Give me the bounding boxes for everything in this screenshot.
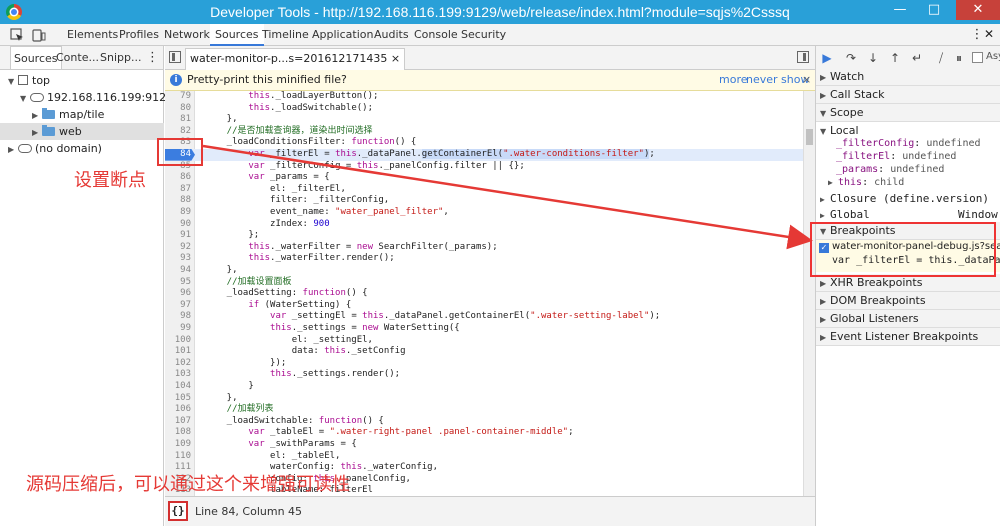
arrow-line: [202, 144, 813, 250]
annotation-set-breakpoint: 设置断点: [74, 170, 146, 191]
annotation-pretty-print: 源码压缩后，可以通过这个来增强可读性: [26, 474, 350, 495]
annotation-arrow: [202, 144, 813, 250]
